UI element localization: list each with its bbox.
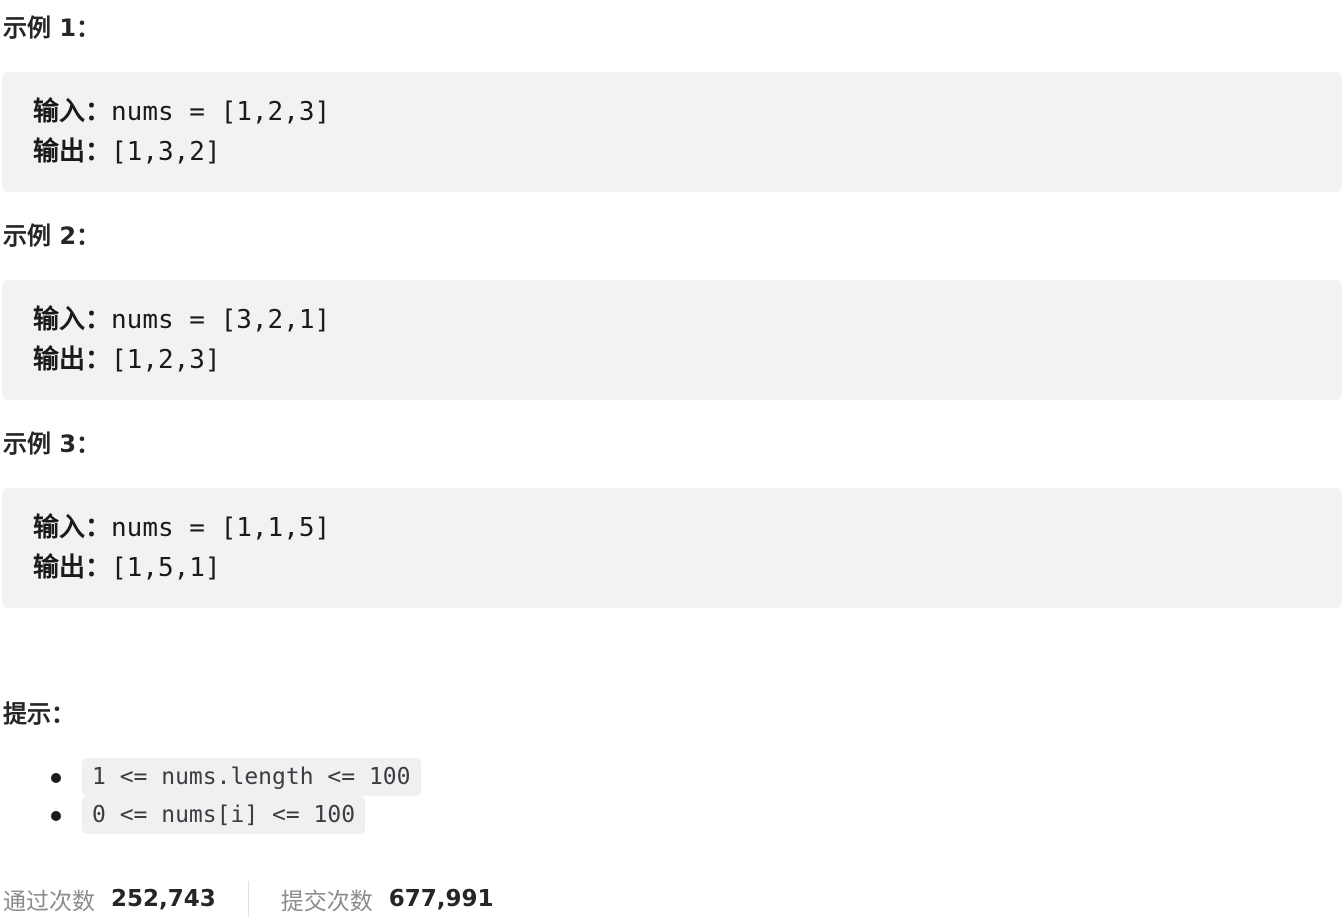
example-1-code-block: 输入：nums = [1,2,3] 输出：[1,3,2] xyxy=(2,72,1342,192)
example-2-output-value: [1,2,3] xyxy=(111,345,221,375)
example-2-output-line: 输出：[1,2,3] xyxy=(33,340,1342,380)
bullet-icon xyxy=(51,773,61,783)
accepted-count: 252,743 xyxy=(111,886,216,912)
stats-divider xyxy=(247,881,249,917)
example-2-code-block: 输入：nums = [3,2,1] 输出：[1,2,3] xyxy=(2,280,1342,400)
example-3-output-label: 输出： xyxy=(33,553,112,583)
example-2-input-label: 输入： xyxy=(33,305,112,335)
submissions-label: 提交次数 xyxy=(280,889,373,915)
example-3-output-value: [1,5,1] xyxy=(111,553,221,583)
example-1-output-value: [1,3,2] xyxy=(111,137,221,167)
example-3-output-line: 输出：[1,5,1] xyxy=(33,548,1342,588)
submission-stats: 通过次数 252,743 提交次数 677,991 xyxy=(3,880,494,918)
example-2-output-label: 输出： xyxy=(33,345,112,375)
example-3-input-line: 输入：nums = [1,1,5] xyxy=(33,508,1342,548)
example-3-code-block: 输入：nums = [1,1,5] 输出：[1,5,1] xyxy=(2,488,1342,608)
hint-code-1: 1 <= nums.length <= 100 xyxy=(82,758,421,796)
example-1-input-label: 输入： xyxy=(33,97,112,127)
example-1-input-value: nums = [1,2,3] xyxy=(111,97,331,127)
submissions-count: 677,991 xyxy=(388,886,494,912)
hints-title: 提示： xyxy=(3,700,75,728)
example-3-title: 示例 3： xyxy=(3,430,101,458)
example-3-input-label: 输入： xyxy=(33,513,112,543)
example-1-input-line: 输入：nums = [1,2,3] xyxy=(33,92,1342,132)
hint-code-2: 0 <= nums[i] <= 100 xyxy=(82,796,366,834)
example-2-input-line: 输入：nums = [3,2,1] xyxy=(33,300,1342,340)
example-2-title: 示例 2： xyxy=(3,222,101,250)
example-1-title: 示例 1： xyxy=(3,14,101,42)
example-1-output-label: 输出： xyxy=(33,137,112,167)
example-3-input-value: nums = [1,1,5] xyxy=(111,513,331,543)
example-1-output-line: 输出：[1,3,2] xyxy=(33,132,1342,172)
example-2-input-value: nums = [3,2,1] xyxy=(111,305,331,335)
accepted-label: 通过次数 xyxy=(3,889,95,915)
bullet-icon xyxy=(51,811,61,821)
